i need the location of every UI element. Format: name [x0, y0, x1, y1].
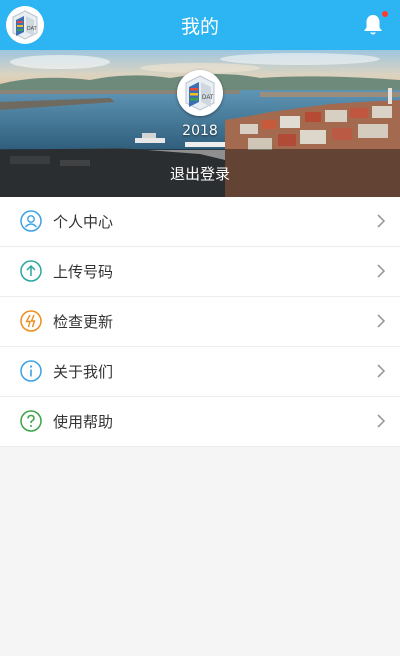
chevron-right-icon [377, 414, 386, 428]
menu-item-label: 使用帮助 [53, 413, 114, 431]
chevron-right-icon [377, 214, 386, 228]
notification-dot [382, 11, 388, 17]
user-icon [20, 210, 42, 232]
chevron-right-icon [377, 364, 386, 378]
menu-item-label: 关于我们 [53, 363, 114, 381]
page-title: 我的 [180, 15, 219, 38]
profile-avatar[interactable]: DAT [177, 70, 223, 116]
logout-button[interactable]: 退出登录 [0, 149, 400, 197]
menu-item-check-update[interactable]: 检查更新 [0, 297, 400, 347]
svg-text:DAT: DAT [27, 26, 37, 32]
app-logo-icon: DAT [6, 6, 44, 44]
chevron-right-icon [377, 314, 386, 328]
top-header: DAT 我的 [0, 0, 400, 50]
upload-icon [20, 260, 42, 282]
menu-item-label: 个人中心 [53, 213, 114, 231]
app-logo-icon: DAT [177, 70, 223, 116]
menu-item-help[interactable]: 使用帮助 [0, 397, 400, 447]
menu-item-upload-number[interactable]: 上传号码 [0, 247, 400, 297]
svg-text:DAT: DAT [202, 95, 214, 101]
profile-username: 2018 [182, 123, 218, 139]
help-icon [20, 410, 42, 432]
notification-bell-button[interactable] [362, 13, 384, 37]
header-avatar[interactable]: DAT [6, 6, 44, 44]
info-icon [20, 360, 42, 382]
profile-banner: DAT 2018 退出登录 [0, 50, 400, 197]
menu-item-label: 上传号码 [53, 263, 114, 281]
menu-item-profile-center[interactable]: 个人中心 [0, 197, 400, 247]
chevron-right-icon [377, 264, 386, 278]
logout-label: 退出登录 [169, 164, 230, 183]
menu-item-label: 检查更新 [53, 313, 114, 331]
settings-menu: 个人中心 上传号码 检查更新 关于我们 使用帮助 [0, 197, 400, 447]
update-icon [20, 310, 42, 332]
bell-icon [364, 15, 382, 35]
menu-item-about-us[interactable]: 关于我们 [0, 347, 400, 397]
